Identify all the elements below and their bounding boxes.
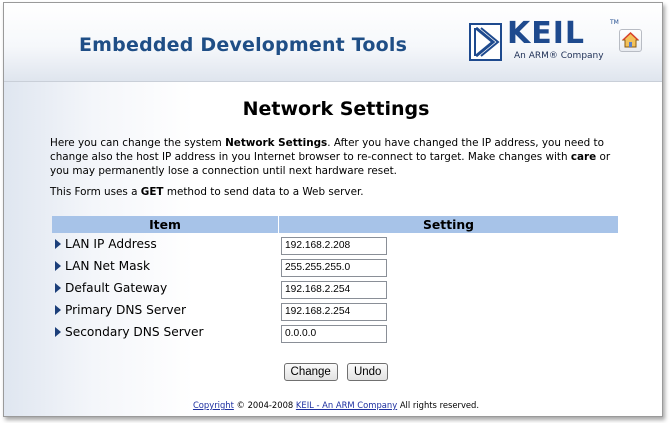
row-label-lan-ip: LAN IP Address [52,233,278,255]
table-header-row: Item Setting [52,216,618,233]
copyright-link[interactable]: Copyright [193,400,234,410]
bullet-triangle-icon [55,238,61,249]
logo-wordmark: KEIL [507,16,586,51]
keil-logo-icon [469,23,502,61]
page-title: Network Settings [242,98,430,120]
form-note-get: GET [140,186,164,198]
header-banner: Embedded Development Tools KEIL TM An AR… [4,3,662,82]
row-value-net-mask [279,255,618,277]
footer-copyright-text: © 2004-2008 [233,400,296,410]
bullet-triangle-icon [55,260,61,271]
net-mask-label: LAN Net Mask [65,259,151,273]
table-row: Secondary DNS Server [52,321,618,343]
form-note-part2: method to send data to a Web server. [163,186,364,198]
logo-tagline: An ARM® Company [514,51,604,61]
table-row: Default Gateway [52,277,618,299]
row-label-gateway: Default Gateway [52,277,278,299]
primary-dns-label: Primary DNS Server [65,303,187,317]
form-buttons: Change Undo [4,360,662,381]
bullet-triangle-icon [55,282,61,293]
home-button[interactable] [619,29,642,52]
lan-ip-label: LAN IP Address [65,237,157,251]
secondary-dns-label: Secondary DNS Server [65,325,204,339]
secondary-dns-input[interactable] [281,324,387,343]
change-button[interactable]: Change [283,363,338,381]
bullet-triangle-icon [55,326,61,337]
form-method-note: This Form uses a GET method to send data… [50,186,364,198]
row-label-secondary-dns: Secondary DNS Server [52,321,278,343]
lan-ip-input[interactable] [281,236,387,255]
table-row: LAN Net Mask [52,255,618,277]
bullet-triangle-icon [55,304,61,315]
intro-text-part1: Here you can change the system [50,137,226,149]
gateway-input[interactable] [281,280,387,299]
logo-trademark: TM [610,19,619,26]
primary-dns-input[interactable] [281,302,387,321]
undo-button[interactable]: Undo [346,363,389,381]
footer: Copyright © 2004-2008 KEIL - An ARM Comp… [4,400,662,410]
row-label-net-mask: LAN Net Mask [52,255,278,277]
gateway-label: Default Gateway [65,281,168,295]
column-header-setting: Setting [279,216,618,233]
row-value-primary-dns [279,299,618,321]
page-frame: Embedded Development Tools KEIL TM An AR… [3,2,663,417]
form-note-part1: This Form uses a [50,186,141,198]
column-header-item: Item [52,216,278,233]
keil-chevron-icon [474,26,500,58]
home-icon [621,32,640,48]
net-mask-input[interactable] [281,258,387,277]
row-value-lan-ip [279,233,618,255]
intro-bold-network-settings: Network Settings [225,137,328,149]
row-value-secondary-dns [279,321,618,343]
row-value-gateway [279,277,618,299]
footer-rights-text: All rights reserved. [397,400,480,410]
intro-text: Here you can change the system Network S… [50,136,630,178]
company-link[interactable]: KEIL - An ARM Company [296,400,397,410]
row-label-primary-dns: Primary DNS Server [52,299,278,321]
header-title: Embedded Development Tools [79,34,408,56]
settings-table: Item Setting LAN IP Address LAN Net Mask… [51,216,619,343]
intro-bold-care: care [570,151,597,163]
table-row: Primary DNS Server [52,299,618,321]
table-row: LAN IP Address [52,233,618,255]
